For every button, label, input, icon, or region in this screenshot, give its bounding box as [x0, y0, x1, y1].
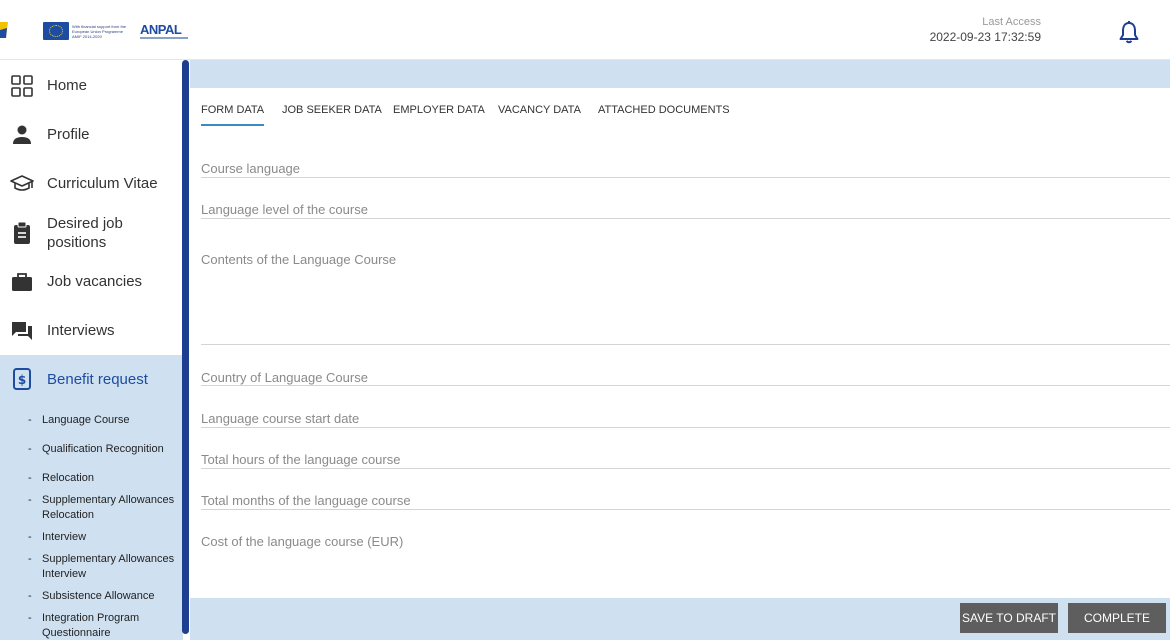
last-access: Last Access 2022-09-23 17:32:59 — [930, 16, 1041, 44]
eu-flag-icon — [43, 22, 69, 40]
save-to-draft-button[interactable]: SAVE TO DRAFT — [960, 603, 1058, 633]
sidebar-item-curriculum-vitae[interactable]: Curriculum Vitae — [0, 164, 183, 204]
sidebar-item-desired-job-positions[interactable]: Desired job positions — [0, 210, 183, 256]
tab-job-seeker-data[interactable]: JOB SEEKER DATA — [282, 104, 382, 124]
course-cost-field[interactable]: Cost of the language course (EUR) — [201, 534, 1170, 551]
total-hours-field[interactable]: Total hours of the language course — [201, 452, 1170, 469]
last-access-value: 2022-09-23 17:32:59 — [929, 30, 1041, 44]
course-country-field[interactable]: Country of Language Course — [201, 370, 1170, 386]
field-label: Country of Language Course — [201, 370, 368, 385]
last-access-label: Last Access — [982, 16, 1041, 28]
top-strip — [190, 60, 1170, 88]
tab-vacancy-data[interactable]: VACANCY DATA — [498, 104, 581, 124]
language-level-field[interactable]: Language level of the course — [201, 202, 1170, 219]
tab-form-data[interactable]: FORM DATA — [201, 104, 265, 126]
field-label: Total months of the language course — [201, 493, 411, 508]
field-label: Course language — [201, 161, 301, 176]
main-content: FORM DATA JOB SEEKER DATA EMPLOYER DATA … — [190, 60, 1170, 640]
sidebar-item-profile[interactable]: Profile — [0, 115, 183, 155]
tab-employer-data[interactable]: EMPLOYER DATA — [393, 104, 485, 124]
total-months-field[interactable]: Total months of the language course — [201, 493, 1170, 510]
field-label: Contents of the Language Course — [201, 252, 397, 267]
field-label: Language course start date — [201, 411, 360, 426]
sidebar-item-label: Job vacancies — [47, 273, 143, 290]
field-label: Total hours of the language course — [201, 452, 401, 467]
field-label: Language level of the course — [201, 202, 368, 217]
sidebar-item-label: Benefit request — [47, 371, 148, 388]
tab-attached-documents[interactable]: ATTACHED DOCUMENTS — [598, 104, 730, 124]
svg-text:$: $ — [18, 373, 26, 387]
sidebar-item-label: Interviews — [47, 322, 115, 339]
clipboard-icon — [10, 221, 34, 245]
sidebar-item-label: Desired job positions — [47, 215, 123, 251]
course-language-field[interactable]: Course language — [201, 161, 1170, 178]
sidebar-item-interviews[interactable]: Interviews — [0, 311, 183, 351]
dollar-document-icon: $ — [10, 367, 34, 391]
graduation-cap-icon — [10, 172, 34, 196]
person-icon — [10, 123, 34, 147]
anpal-logo: ANPAL — [140, 22, 182, 37]
sidebar-item-home[interactable]: Home — [0, 66, 183, 106]
chat-icon — [10, 319, 34, 343]
sidebar-item-label: Curriculum Vitae — [47, 175, 158, 192]
anpal-logo-underline — [140, 37, 188, 39]
language-course-contents-field[interactable]: Contents of the Language Course — [201, 252, 1170, 345]
eu-funding-text: With financial support from the European… — [72, 24, 127, 39]
sidebar-item-job-vacancies[interactable]: Job vacancies — [0, 262, 183, 302]
sidebar: Home Profile Curriculum Vitae Desired jo… — [0, 60, 189, 640]
sidebar-item-benefit-request[interactable]: $ Benefit request — [0, 355, 183, 403]
complete-button[interactable]: COMPLETE — [1068, 603, 1166, 633]
sidebar-item-label: Profile — [47, 126, 90, 143]
grid-icon — [10, 74, 34, 98]
header: With financial support from the European… — [0, 0, 1170, 60]
sidebar-item-label: Home — [47, 77, 88, 94]
field-label: Cost of the language course (EUR) — [201, 534, 404, 549]
benefit-submenu: - Language Course - Qualification Recognit… — [0, 403, 183, 640]
course-start-date-field[interactable]: Language course start date — [201, 411, 1170, 428]
briefcase-icon — [10, 270, 34, 294]
partner-logo-icon — [0, 22, 8, 38]
bell-icon[interactable] — [1118, 20, 1140, 44]
sidebar-scrollbar[interactable] — [182, 60, 189, 634]
